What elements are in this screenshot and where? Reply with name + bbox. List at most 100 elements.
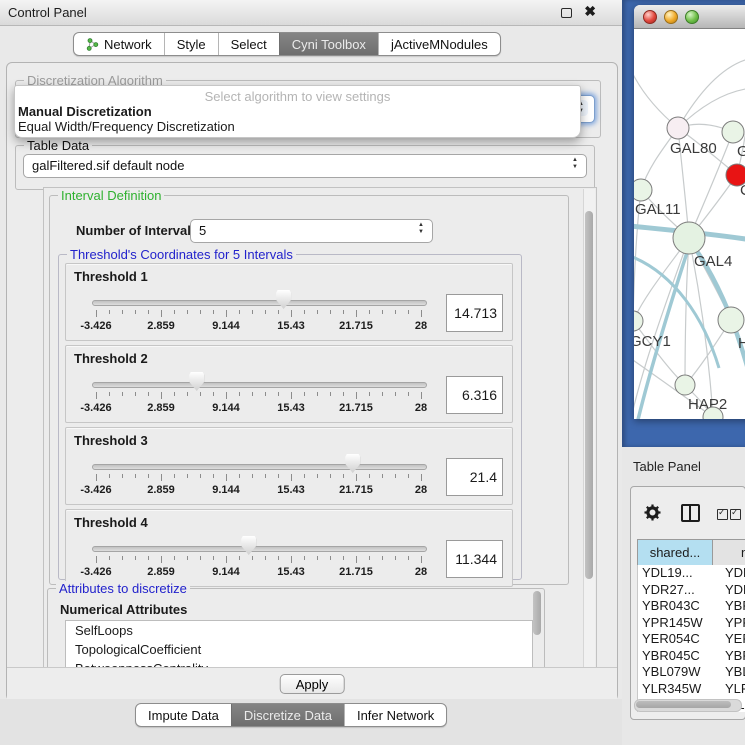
table-row[interactable]: YER054CYER0 bbox=[638, 631, 745, 648]
algorithm-dropdown-popup: Select algorithm to view settings Manual… bbox=[14, 85, 581, 138]
threshold-value-field[interactable]: 14.713 bbox=[446, 294, 503, 332]
control-panel-titlebar: Control Panel ✖ bbox=[0, 0, 622, 26]
cell-shared-name: YDR27... bbox=[638, 582, 717, 599]
close-window-button[interactable] bbox=[643, 10, 657, 24]
threshold-label: Threshold 3 bbox=[74, 433, 148, 448]
slider-thumb[interactable] bbox=[189, 372, 204, 391]
table-row[interactable]: YPR145WYPR1 bbox=[638, 615, 745, 632]
slider-tick bbox=[96, 556, 97, 563]
table-header-row: shared...n... bbox=[637, 539, 745, 567]
minimize-window-button[interactable] bbox=[664, 10, 678, 24]
column-header[interactable]: n... bbox=[713, 540, 745, 566]
float-window-icon[interactable] bbox=[561, 8, 572, 18]
slider-tick bbox=[200, 310, 201, 314]
slider-tick bbox=[343, 556, 344, 560]
algorithm-option[interactable]: Equal Width/Frequency Discretization bbox=[18, 119, 235, 134]
tab-style[interactable]: Style bbox=[164, 33, 218, 55]
algorithm-option[interactable]: Manual Discretization bbox=[18, 104, 152, 119]
threshold-value-field[interactable]: 6.316 bbox=[446, 376, 503, 414]
network-node-gal4[interactable] bbox=[673, 222, 705, 254]
table-row[interactable]: YBR043CYBR0 bbox=[638, 598, 745, 615]
network-node-h[interactable] bbox=[718, 307, 744, 333]
cell-shared-name: YBL079W bbox=[638, 664, 717, 681]
number-of-intervals-spinner[interactable]: 5 ▲▼ bbox=[190, 219, 433, 243]
slider-tick bbox=[174, 556, 175, 560]
tab-infer-network[interactable]: Infer Network bbox=[344, 704, 446, 726]
slider-tick bbox=[252, 556, 253, 560]
table-panel-title: Table Panel bbox=[633, 459, 701, 474]
column-layout-icon[interactable] bbox=[681, 504, 700, 522]
network-canvas[interactable]: GAL80GACGAL11GAL4GCY1HHAP2 bbox=[634, 28, 745, 419]
network-node-label: GA bbox=[737, 143, 745, 160]
slider-tick bbox=[421, 556, 422, 563]
slider-tick-label: -3.426 bbox=[80, 566, 111, 578]
checkbox-icon[interactable]: ✓ bbox=[717, 509, 728, 520]
tab-label: Cyni Toolbox bbox=[292, 37, 366, 52]
slider-thumb[interactable] bbox=[345, 454, 360, 473]
slider-thumb[interactable] bbox=[276, 290, 291, 309]
tab-discretize-data[interactable]: Discretize Data bbox=[231, 704, 344, 726]
slider-tick bbox=[213, 310, 214, 314]
table-row[interactable]: YBL079WYBL0 bbox=[638, 664, 745, 681]
close-icon[interactable]: ✖ bbox=[584, 3, 596, 20]
threshold-panel: Threshold 1-3.4262.8599.14415.4321.71528… bbox=[65, 263, 513, 341]
slider-tick bbox=[343, 474, 344, 478]
cell-shared-name: YBR043C bbox=[638, 598, 717, 615]
combo-arrows-icon: ▲▼ bbox=[570, 157, 580, 171]
slider-track[interactable] bbox=[92, 382, 427, 388]
slider-thumb[interactable] bbox=[241, 536, 256, 555]
tab-impute-data[interactable]: Impute Data bbox=[136, 704, 231, 726]
network-edge[interactable] bbox=[634, 321, 685, 385]
slider-tick-label: -3.426 bbox=[80, 320, 111, 332]
network-node-gal11[interactable] bbox=[634, 179, 652, 201]
network-node-label: GCY1 bbox=[634, 333, 671, 350]
tab-cyni-toolbox[interactable]: Cyni Toolbox bbox=[279, 33, 378, 55]
slider-tick bbox=[200, 556, 201, 560]
network-node-label: H bbox=[738, 335, 745, 352]
network-edge[interactable] bbox=[678, 58, 745, 128]
thresholds-list: Threshold 1-3.4262.8599.14415.4321.71528… bbox=[59, 263, 513, 591]
slider-tick bbox=[187, 474, 188, 478]
slider-tick-label: 28 bbox=[415, 566, 427, 578]
threshold-panel: Threshold 3-3.4262.8599.14415.4321.71528… bbox=[65, 427, 513, 505]
table-row[interactable]: YDR27...YDR2 bbox=[638, 582, 745, 599]
slider-tick-label: 21.715 bbox=[339, 566, 373, 578]
tab-network[interactable]: Network bbox=[74, 33, 164, 55]
tab-jactivemnodules[interactable]: jActiveMNodules bbox=[378, 33, 500, 55]
threshold-value-field[interactable]: 11.344 bbox=[446, 540, 503, 578]
slider-track[interactable] bbox=[92, 546, 427, 552]
slider-tick bbox=[135, 310, 136, 314]
zoom-window-button[interactable] bbox=[685, 10, 699, 24]
slider-tick bbox=[395, 310, 396, 314]
slider-track[interactable] bbox=[92, 300, 427, 306]
attributes-list[interactable]: SelfLoopsTopologicalCoefficientBetweenne… bbox=[65, 620, 533, 669]
slider-tick bbox=[96, 474, 97, 481]
spinner-arrows-icon: ▲▼ bbox=[416, 222, 426, 236]
gear-icon[interactable] bbox=[644, 504, 661, 521]
attributes-scrollbar[interactable] bbox=[532, 590, 543, 650]
attribute-item[interactable]: SelfLoops bbox=[66, 621, 532, 640]
settings-scrollbar[interactable] bbox=[583, 189, 595, 667]
table-row[interactable]: YLR345WYLR3 bbox=[638, 681, 745, 698]
slider-tick-label: 15.43 bbox=[277, 566, 305, 578]
slider-tick bbox=[96, 310, 97, 317]
network-node-gal80[interactable] bbox=[667, 117, 689, 139]
network-node-hap2[interactable] bbox=[675, 375, 695, 395]
network-node-gcy1[interactable] bbox=[634, 311, 643, 331]
apply-button[interactable]: Apply bbox=[280, 674, 345, 694]
checkbox-icon[interactable]: ✓ bbox=[730, 509, 741, 520]
column-header[interactable]: shared... bbox=[638, 540, 713, 566]
slider-tick-label: 9.144 bbox=[212, 566, 240, 578]
table-row[interactable]: YDL19...YDL1 bbox=[638, 565, 745, 582]
threshold-value-field[interactable]: 21.4 bbox=[446, 458, 503, 496]
intervals-value: 5 bbox=[199, 223, 206, 238]
group-title: Interval Definition bbox=[58, 188, 164, 203]
slider-track[interactable] bbox=[92, 464, 427, 470]
table-row[interactable]: YBR045CYBR0 bbox=[638, 648, 745, 665]
attribute-item[interactable]: TopologicalCoefficient bbox=[66, 640, 532, 659]
table-horizontal-scrollbar[interactable] bbox=[634, 699, 742, 712]
network-node-ga[interactable] bbox=[722, 121, 744, 143]
table-data-combobox[interactable]: galFiltered.sif default node ▲▼ bbox=[23, 154, 587, 178]
tab-select[interactable]: Select bbox=[218, 33, 279, 55]
right-pane: GAL80GACGAL11GAL4GCY1HHAP2 Table Panel ✓… bbox=[622, 0, 745, 745]
